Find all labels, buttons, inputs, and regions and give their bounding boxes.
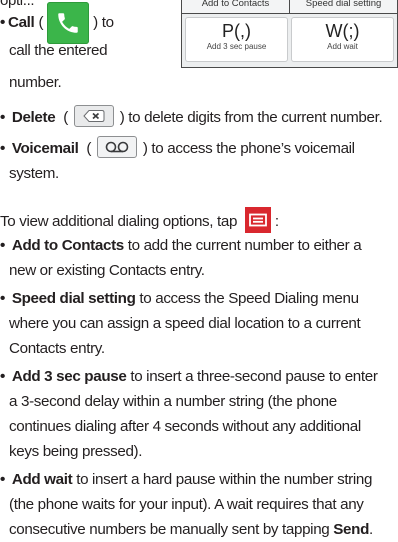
- bullet: •: [0, 14, 5, 31]
- dialer-key-wait-symbol: W(;): [325, 21, 360, 41]
- bullet: •: [0, 368, 5, 385]
- voicemail-term: Voicemail: [11, 140, 79, 157]
- phone-handset-icon: [47, 2, 90, 44]
- option-add-wait: • Add wait to insert a hard pause within…: [0, 467, 398, 542]
- dialer-key-pause-caption: Add 3 sec pause: [206, 42, 267, 51]
- intro-colon: :: [274, 213, 279, 230]
- voicemail-line2: system.: [9, 165, 59, 182]
- menu-icon: [244, 207, 271, 233]
- paren-open: (: [63, 109, 68, 126]
- dialer-key-pause[interactable]: P(,) Add 3 sec pause: [186, 18, 287, 61]
- option-text-end: .: [369, 521, 373, 538]
- dialer-tab-speed-dial[interactable]: Speed dial setting: [289, 0, 397, 13]
- option-text: to insert a three-second pause to enter: [126, 368, 378, 385]
- voicemail-description: ) to access the phone’s voicemail: [142, 140, 355, 157]
- option-text: a 3-second delay within a number string …: [9, 393, 337, 410]
- dialer-tab-add-to-contacts[interactable]: Add to Contacts: [182, 0, 289, 13]
- manual-page: opti... • Call ( ) to call the entered n…: [0, 0, 398, 542]
- call-item: • Call ( ) to call the entered number.: [0, 2, 170, 96]
- option-text: new or existing Contacts entry.: [9, 262, 205, 279]
- backspace-delete-icon: [73, 105, 114, 127]
- option-text: keys being pressed).: [9, 443, 143, 460]
- dialer-options-screenshot: Add to Contacts Speed dial setting P(,) …: [181, 0, 398, 68]
- intro-paragraph: To view additional dialing options, tap …: [0, 207, 398, 233]
- option-text: to insert a hard pause within the number…: [72, 471, 373, 488]
- dialer-key-pause-symbol: P(,): [222, 21, 251, 41]
- call-line3: number.: [9, 74, 62, 91]
- bullet: •: [0, 109, 5, 126]
- delete-term: Delete: [11, 109, 56, 126]
- option-term: Add wait: [11, 471, 73, 488]
- dialer-top-row: Add to Contacts Speed dial setting: [182, 0, 397, 14]
- option-text: to add the current number to either a: [123, 237, 362, 254]
- send-term: Send: [333, 521, 370, 538]
- voicemail-icon: [96, 136, 137, 158]
- bullet: •: [0, 471, 5, 488]
- intro-text: To view additional dialing options, tap: [0, 213, 238, 230]
- option-add-3-sec-pause: • Add 3 sec pause to insert a three-seco…: [0, 364, 398, 464]
- option-text: (the phone waits for your input). A wait…: [9, 496, 364, 513]
- option-term: Add to Contacts: [11, 237, 124, 254]
- option-speed-dial-setting: • Speed dial setting to access the Speed…: [0, 286, 398, 361]
- option-add-to-contacts: • Add to Contacts to add the current num…: [0, 233, 398, 283]
- option-term: Speed dial setting: [11, 290, 136, 307]
- option-text: Contacts entry.: [9, 340, 105, 357]
- delete-description: ) to delete digits from the current numb…: [119, 109, 383, 126]
- dialer-key-wait-caption: Add wait: [327, 42, 358, 51]
- bullet: •: [0, 140, 5, 157]
- bullet: •: [0, 237, 5, 254]
- option-term: Add 3 sec pause: [11, 368, 127, 385]
- call-line1-rest: ) to: [93, 14, 114, 31]
- paren-open: (: [38, 14, 44, 31]
- voicemail-item: • Voicemail ( ) to access the phone’s vo…: [0, 136, 398, 186]
- option-text: where you can assign a speed dial locati…: [9, 315, 361, 332]
- dialer-key-wait[interactable]: W(;) Add wait: [292, 18, 393, 61]
- option-text: to access the Speed Dialing menu: [135, 290, 359, 307]
- bullet: •: [0, 290, 5, 307]
- delete-item: • Delete ( ) to delete digits from the c…: [0, 105, 398, 130]
- paren-open: (: [86, 140, 92, 157]
- option-text: continues dialing after 4 seconds withou…: [9, 418, 361, 435]
- call-term: Call: [7, 14, 35, 31]
- option-text: consecutive numbers be manually sent by …: [9, 521, 334, 538]
